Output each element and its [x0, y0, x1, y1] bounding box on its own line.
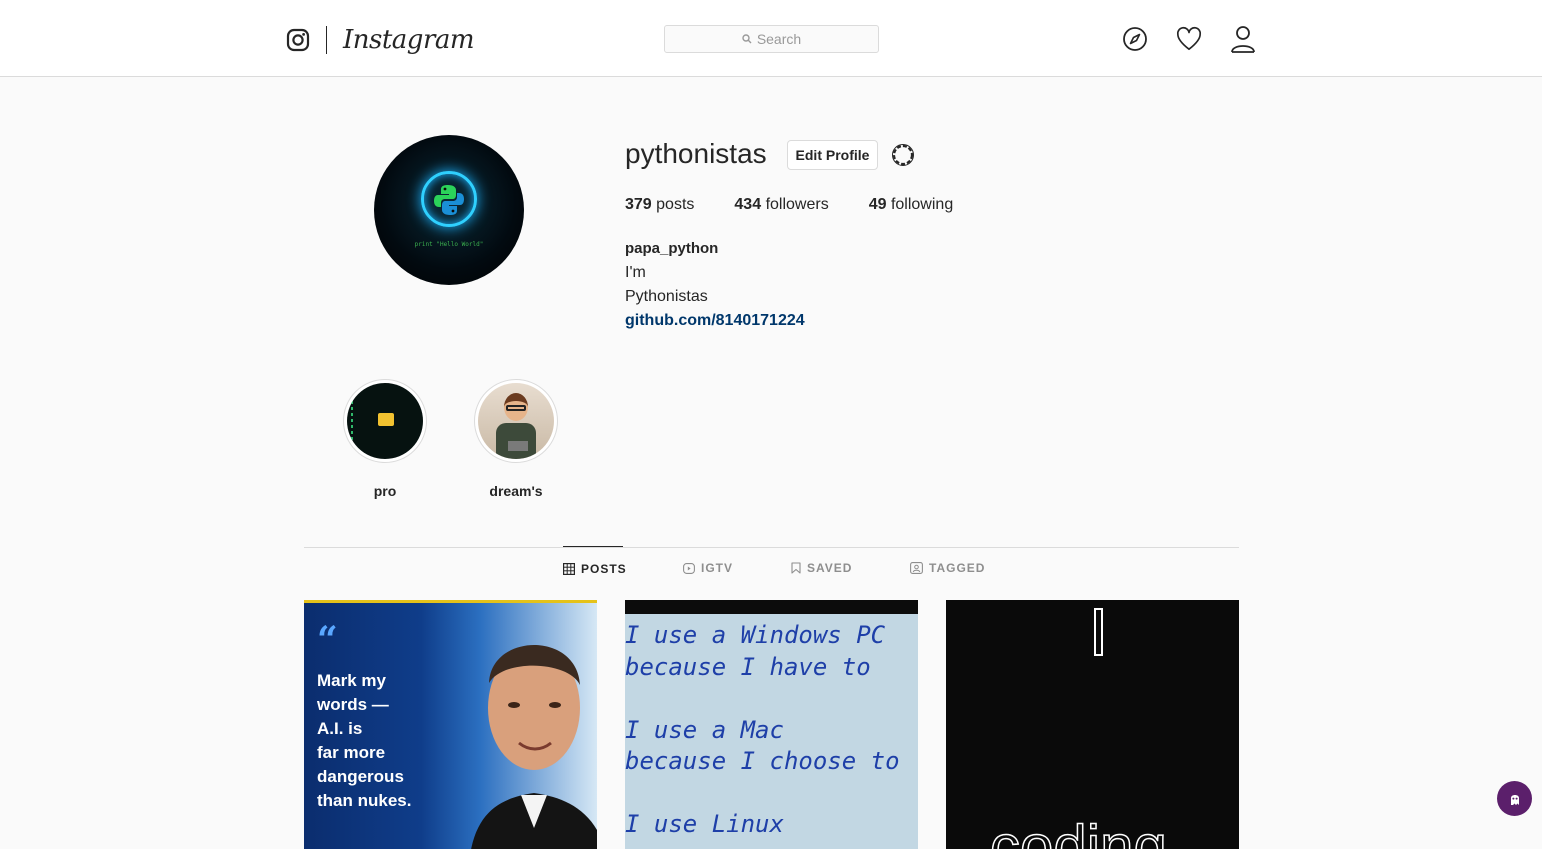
- glasses-icon: [506, 405, 526, 411]
- bookmark-icon: [791, 562, 801, 574]
- post-outline-word: coding: [989, 812, 1167, 849]
- followers-stat[interactable]: 434 followers: [734, 196, 828, 214]
- highlight-label: pro: [373, 483, 397, 499]
- post-tile[interactable]: “ Mark my words — A.I. is far more dange…: [304, 600, 597, 849]
- highlight-ring: [343, 379, 427, 463]
- highlight-label: dream's: [489, 483, 543, 499]
- heart-icon[interactable]: [1176, 24, 1202, 54]
- gear-icon[interactable]: [889, 141, 917, 169]
- profile-username: pythonistas: [625, 138, 767, 169]
- post-tile[interactable]: coding: [946, 600, 1239, 849]
- nav-actions: [1122, 24, 1256, 54]
- tab-tagged[interactable]: TAGGED: [910, 546, 985, 590]
- highlight-ring: [474, 379, 558, 463]
- bio-line-1: I'm: [625, 264, 646, 281]
- laptop-icon: [508, 441, 528, 451]
- floating-lock-button[interactable]: [1497, 781, 1532, 816]
- highlight-cover-pro: [347, 383, 423, 459]
- post-code-text: I use a Windows PC because I have to I u…: [625, 621, 900, 838]
- folder-icon: [378, 413, 394, 426]
- bio-link[interactable]: github.com/8140171224: [625, 312, 805, 329]
- top-navbar: Instagram Search: [0, 0, 1542, 77]
- profile-full-name: papa_python: [625, 240, 719, 257]
- tab-igtv[interactable]: IGTV: [683, 546, 733, 590]
- tab-saved[interactable]: SAVED: [791, 546, 852, 590]
- brand[interactable]: Instagram: [286, 24, 475, 56]
- edit-profile-button[interactable]: Edit Profile: [787, 140, 878, 170]
- grid-icon: [563, 562, 575, 575]
- post-quote-text: Mark my words — A.I. is far more dangero…: [317, 671, 412, 810]
- tab-label: IGTV: [701, 561, 734, 575]
- tab-label: TAGGED: [929, 561, 986, 575]
- bio-line-2: Pythonistas: [625, 288, 708, 305]
- following-count: 49: [868, 196, 887, 213]
- search-placeholder: Search: [756, 31, 802, 47]
- logo-divider: [326, 26, 327, 54]
- tagged-icon: [910, 562, 923, 574]
- user-icon[interactable]: [1230, 24, 1256, 54]
- posts-stat[interactable]: 379 posts: [625, 196, 694, 214]
- cover-code-strip: [351, 401, 353, 441]
- quote-mark: “: [317, 619, 338, 661]
- tab-label: POSTS: [581, 561, 627, 576]
- following-label: following: [890, 196, 954, 213]
- following-stat[interactable]: 49 following: [869, 196, 954, 214]
- avatar-caption: print "Hello World": [414, 241, 484, 248]
- followers-count: 434: [734, 196, 762, 213]
- search-input[interactable]: Search: [664, 25, 879, 53]
- search-icon: [742, 34, 752, 44]
- tab-label: SAVED: [807, 561, 853, 575]
- followers-label: followers: [765, 196, 829, 213]
- profile-avatar[interactable]: print "Hello World": [374, 135, 524, 285]
- ghost-lock-icon: [1508, 792, 1522, 806]
- post-tile[interactable]: I use a Windows PC because I have to I u…: [625, 600, 918, 849]
- highlight-dreams[interactable]: dream's: [473, 379, 559, 499]
- posts-count: 379: [625, 196, 652, 213]
- instagram-camera-icon[interactable]: [286, 28, 310, 52]
- posts-label: posts: [656, 196, 695, 213]
- igtv-icon: [683, 562, 695, 574]
- outline-bar: [1094, 608, 1103, 656]
- portrait-image: [471, 645, 597, 849]
- highlight-pro[interactable]: pro: [342, 379, 428, 499]
- profile-stats: 379 posts 434 followers 49 following: [625, 196, 993, 214]
- python-logo-icon: [434, 185, 464, 215]
- tab-posts[interactable]: POSTS: [563, 546, 626, 590]
- compass-icon[interactable]: [1122, 24, 1148, 54]
- highlight-cover-dreams: [478, 383, 554, 459]
- instagram-wordmark[interactable]: Instagram: [343, 25, 475, 55]
- profile-bio: papa_python I'm Pythonistas github.com/8…: [625, 237, 805, 333]
- tabs-divider: [304, 547, 1239, 548]
